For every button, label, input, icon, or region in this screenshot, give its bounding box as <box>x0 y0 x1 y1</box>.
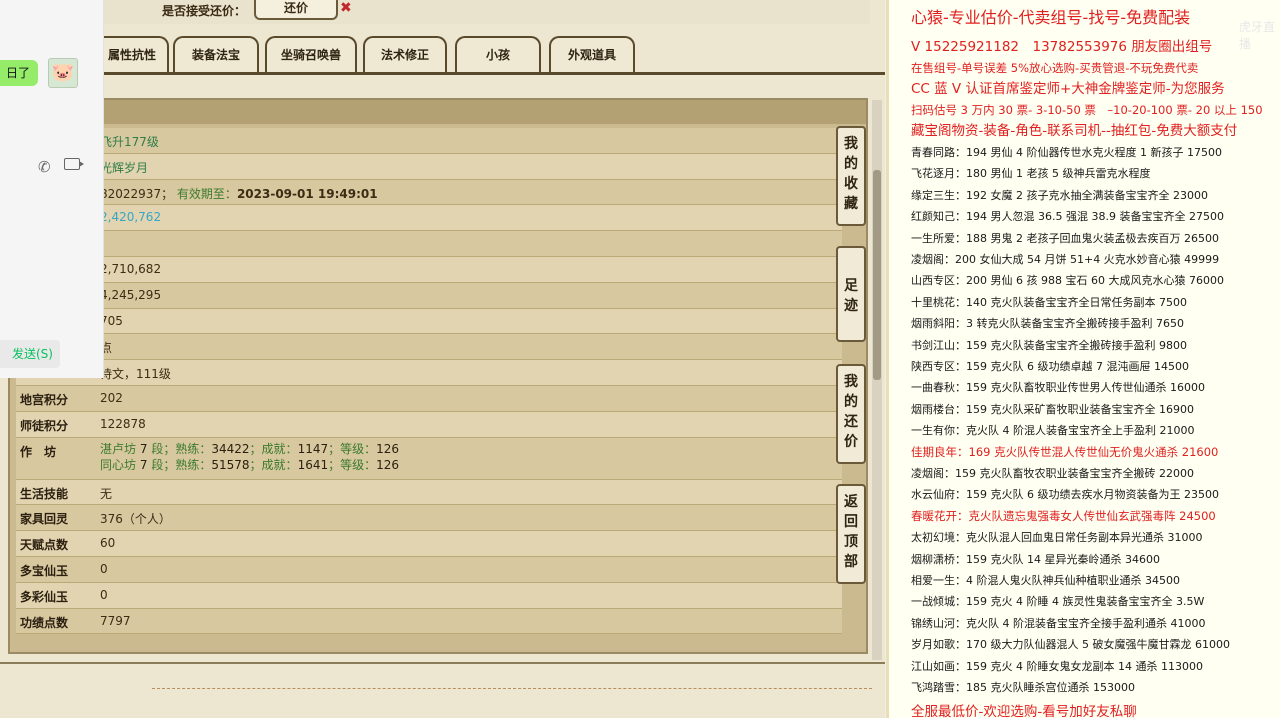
info-row: 家具回灵 376（个人） <box>16 505 842 532</box>
ad-line: 凌烟阁：159 克火队畜牧农职业装备宝宝齐全搬砖 22000 <box>911 467 1194 480</box>
close-icon[interactable]: ✖ <box>340 0 352 16</box>
ad-line: 书剑江山：159 克火队装备宝宝齐全搬砖接手盈利 9800 <box>911 338 1187 352</box>
phone-icon[interactable]: ✆ <box>38 158 51 176</box>
info-row-workshop: 作 坊 湛卢坊 7 段；熟练：34422；成就：1147；等级：126 同心坊 … <box>16 437 842 480</box>
info-row: 飞升177级 <box>16 128 842 154</box>
back-to-top-button[interactable]: 返回顶部 <box>836 484 866 584</box>
ad-line: 青春同路：194 男仙 4 阶仙器传世水克火程度 1 新孩子 17500 <box>911 146 1222 159</box>
ad-line: 一生有你：克火队 4 阶混人装备宝宝齐全上手盈利 21000 <box>911 424 1195 438</box>
tab-appearance[interactable]: 外观道具 <box>549 36 635 72</box>
send-button[interactable]: 发送(S) <box>0 340 60 368</box>
ad-line: 缘定三生：192 女魔 2 孩子克水抽全满装备宝宝齐全 23000 <box>911 188 1208 202</box>
ad-line: 一曲春秋：159 克火队畜牧职业传世男人传世仙通杀 16000 <box>911 381 1205 395</box>
my-counter-offers-button[interactable]: 我的还价 <box>836 364 866 464</box>
scrollbar[interactable] <box>872 100 882 660</box>
tab-mounts-pets[interactable]: 坐骑召唤兽 <box>265 36 357 72</box>
my-favorites-button[interactable]: 我的收藏 <box>836 126 866 226</box>
tab-attributes[interactable]: 属性抗性 <box>95 36 169 72</box>
avatar[interactable]: 🐷 <box>48 58 78 88</box>
info-row: 地宫积分 202 <box>16 385 842 412</box>
ad-line: 飞鸿踏雪：185 克火队睡杀宫位通杀 153000 <box>911 681 1135 694</box>
scrollbar-thumb[interactable] <box>873 170 881 380</box>
info-row: 天赋点数 60 <box>16 531 842 557</box>
character-info-panel: 飞升177级 光辉岁月 82022937； 有效期至：2023-09-01 19… <box>8 98 868 654</box>
top-bar: 是否接受还价： 还价 ✖ <box>100 0 870 24</box>
watermark: 虎牙直播 <box>1239 20 1276 51</box>
info-row: 诗文，111级 <box>16 360 842 386</box>
chat-message-bubble: 日了 <box>0 60 38 86</box>
ad-line: 十里桃花：140 克火队装备宝宝齐全日常任务副本 7500 <box>911 295 1187 309</box>
info-row: 4,245,295 <box>16 282 842 309</box>
ad-line: 藏宝阁物资-装备-角色-联系司机--抽红包-免费大额支付 <box>911 123 1238 139</box>
ad-line: 锦绣山河：克火队 4 阶混装备宝宝齐全接手盈利通杀 41000 <box>911 616 1206 630</box>
ad-line: 陕西专区：159 克火队 6 级功绩卓越 7 混沌画屉 14500 <box>911 360 1189 373</box>
info-row: 光辉岁月 <box>16 153 842 180</box>
ad-line: 江山如画：159 克火 4 阶睡女鬼女龙副本 14 通杀 113000 <box>911 659 1203 673</box>
ad-line: CC 蓝 V 认证首席鉴定师+大神金牌鉴定师-为您服务 <box>911 81 1225 97</box>
ad-line: 在售组号-单号误差 5%放心选购-买贵管退-不玩免费代卖 <box>911 61 1199 75</box>
info-row: 生活技能无 <box>16 479 842 506</box>
tab-spell-correction[interactable]: 法术修正 <box>363 36 447 72</box>
ad-line: 心猿-专业估价-代卖组号-找号-免费配装 <box>911 8 1191 27</box>
ad-line: 烟柳潇桥：159 克火队 14 星异光秦岭通杀 34600 <box>911 552 1160 566</box>
ad-line: 一战倾城：159 克火 4 阶睡 4 族灵性鬼装备宝宝齐全 3.5W <box>911 595 1205 609</box>
tab-divider <box>0 72 885 75</box>
tab-equipment[interactable]: 装备法宝 <box>173 36 259 72</box>
ad-line: 烟雨斜阳：3 转克火队装备宝宝齐全搬砖接手盈利 7650 <box>911 317 1184 331</box>
info-row: 2,710,682 <box>16 256 842 283</box>
info-row: 多彩仙玉 0 <box>16 582 842 609</box>
ad-line: 相爱一生：4 阶混人鬼火队神兵仙种植职业通杀 34500 <box>911 574 1180 587</box>
ad-line: 飞花逐月：180 男仙 1 老孩 5 级神兵雷克水程度 <box>911 167 1151 181</box>
ad-line: 山西专区：200 男仙 6 孩 988 宝石 60 大成风克水心猿 76000 <box>911 274 1224 288</box>
ad-line: 扫码估号 3 万内 30 票- 3-10-50 票 –10-20-100 票- … <box>911 103 1263 117</box>
ad-line: 岁月如歌：170 级大力队仙器混人 5 破女魔强牛魔甘霖龙 61000 <box>911 638 1230 652</box>
ad-line: 水云仙府：159 克火队 6 级功绩去疾水月物资装备为王 23500 <box>911 488 1219 502</box>
workshop-line: 湛卢坊 7 段；熟练：34422；成就：1147；等级：126 <box>100 441 400 456</box>
ad-line: 红颜知己：194 男人忽混 36.5 强混 38.9 装备宝宝齐全 27500 <box>911 210 1224 224</box>
footprint-button[interactable]: 足迹 <box>836 246 866 342</box>
info-rows: 飞升177级 光辉岁月 82022937； 有效期至：2023-09-01 19… <box>16 128 842 635</box>
counter-offer-button[interactable]: 还价 <box>254 0 338 20</box>
info-row <box>16 231 842 257</box>
ad-line: 烟雨楼台：159 克火队采矿畜牧职业装备宝宝齐全 16900 <box>911 402 1194 416</box>
ad-line: 凌烟阁：200 女仙大成 54 月饼 51+4 火克水妙音心猿 49999 <box>911 253 1220 266</box>
ad-line: 佳期良年：169 克火队传世混人传世仙无价鬼火通杀 21600 <box>911 444 1219 459</box>
ad-line: 全服最低价-欢迎选购-看号加好友私聊 <box>911 704 1137 718</box>
ad-line: V 15225921182 13782553976 朋友圈出组号 <box>911 39 1213 55</box>
accept-counter-label: 是否接受还价： <box>162 4 247 18</box>
workshop-line: 同心坊 7 段；熟练：51578；成就：1641；等级：126 <box>100 457 400 472</box>
screen: 是否接受还价： 还价 ✖ 属性抗性 装备法宝 坐骑召唤兽 法术修正 小孩 外观道… <box>0 0 1280 718</box>
ad-line: 太初幻境：克火队混人回血鬼日常任务副本异光通杀 31000 <box>911 531 1203 545</box>
chat-window: 日了 🐷 ✆ 发送(S) <box>0 0 104 378</box>
game-window: 是否接受还价： 还价 ✖ 属性抗性 装备法宝 坐骑召唤兽 法术修正 小孩 外观道… <box>0 0 885 718</box>
info-row: 82022937； 有效期至：2023-09-01 19:49:01 <box>16 179 842 206</box>
video-call-icon[interactable] <box>64 158 84 170</box>
ad-line: 春暖花开：克火队遗忘鬼强毒女人传世仙玄武强毒阵 24500 <box>911 508 1216 523</box>
advertisement-panel: 虎牙直播 心猿-专业估价-代卖组号-找号-免费配装 V 15225921182 1… <box>886 0 1280 718</box>
panel-header <box>10 100 866 124</box>
tab-children[interactable]: 小孩 <box>455 36 541 72</box>
info-row: 点 <box>16 334 842 361</box>
dashed-divider <box>152 688 872 689</box>
info-row: 2,420,762 <box>16 205 842 232</box>
info-row: 705 <box>16 308 842 335</box>
info-row: 多宝仙玉 0 <box>16 556 842 583</box>
info-row: 功绩点数 7797 <box>16 608 842 635</box>
bottom-divider <box>0 662 885 664</box>
info-row: 师徒积分 122878 <box>16 411 842 438</box>
ad-line: 一生所爱：188 男鬼 2 老孩子回血鬼火装孟极去疾百万 26500 <box>911 231 1219 245</box>
